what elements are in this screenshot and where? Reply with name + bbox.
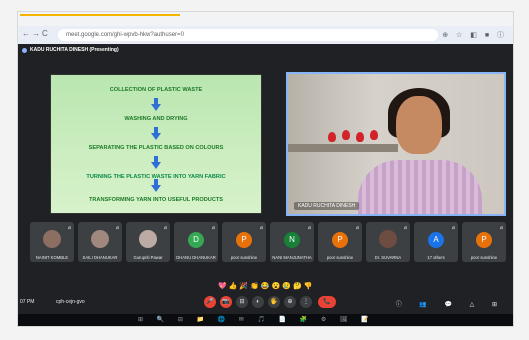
more-options-button[interactable]: ⋮ bbox=[300, 296, 312, 308]
avatar: P bbox=[236, 232, 252, 248]
flower-decoration bbox=[356, 132, 364, 142]
slide-step-3: SEPARATING THE PLASTIC BASED ON COLOURS bbox=[88, 145, 224, 151]
reload-icon[interactable]: C bbox=[42, 29, 48, 38]
slide-step-1: COLLECTION OF PLASTIC WASTE bbox=[109, 87, 203, 93]
mic-off-icon: ⌀ bbox=[211, 225, 215, 231]
back-icon[interactable]: ← bbox=[22, 29, 30, 38]
taskbar-icons[interactable]: ⊞ 🔍 ⊟ 📁 🌐 ✉ 🎵 📄 🧩 ⚙ 🖼 📝 bbox=[138, 316, 375, 323]
person-face bbox=[396, 96, 442, 154]
mic-off-icon: ⌀ bbox=[403, 225, 407, 231]
participant-strip: ⌀ NAINIT KOMBLE ⌀ SAILI DHANUKAR ⌀ Gurup… bbox=[30, 222, 506, 266]
down-arrow-icon bbox=[151, 98, 161, 111]
avatar bbox=[43, 230, 61, 248]
accent-line bbox=[20, 14, 180, 16]
browser-right-icons[interactable]: ⊕ ☆ ◧ ■ ⓘ bbox=[442, 30, 507, 40]
mic-off-icon: ⌀ bbox=[115, 225, 119, 231]
meeting-code: cph-cejn-gvo bbox=[56, 299, 85, 305]
side-panel-icons[interactable]: ⓘ 👥 💬 △ ⊞ bbox=[396, 299, 505, 308]
avatar: A bbox=[428, 232, 444, 248]
meet-header: KADU RUCHITA DINESH (Presenting) bbox=[18, 44, 513, 58]
present-button[interactable]: ◐ bbox=[252, 296, 264, 308]
mic-off-icon: ⌀ bbox=[451, 225, 455, 231]
participant-tile[interactable]: ⌀ P poor sunshine bbox=[318, 222, 362, 262]
mic-off-icon: ⌀ bbox=[163, 225, 167, 231]
activities-button[interactable]: ⊕ bbox=[284, 296, 296, 308]
mic-off-icon: ⌀ bbox=[259, 225, 263, 231]
participant-name: poor sunshine bbox=[326, 255, 354, 260]
participant-name: NANI MANJUNATHA bbox=[272, 255, 312, 260]
reaction-bar[interactable]: 💖👍🎉👏😂😮😢🤔👎 bbox=[218, 282, 314, 290]
participant-tile[interactable]: ⌀ Dr. SUVARNA bbox=[366, 222, 410, 262]
mic-off-icon: ⌀ bbox=[355, 225, 359, 231]
window-top-strip bbox=[18, 12, 513, 26]
participant-name: Dr. SUVARNA bbox=[374, 255, 402, 260]
participant-tile[interactable]: ⌀ D DHANU DHANUKAR bbox=[174, 222, 218, 262]
participant-tile[interactable]: ⌀ NAINIT KOMBLE bbox=[30, 222, 74, 262]
leave-call-button[interactable]: 📞 bbox=[318, 296, 336, 308]
mic-toggle-button[interactable]: 🎤 bbox=[204, 296, 216, 308]
participant-tile[interactable]: ⌀ SAILI DHANUKAR bbox=[78, 222, 122, 262]
meeting-time: 07 PM bbox=[20, 299, 35, 305]
avatar: P bbox=[476, 232, 492, 248]
screen-frame: ← → C meet.google.com/ghi-wpvb-hkw?authu… bbox=[18, 12, 513, 326]
participant-name: poor sunshine bbox=[470, 255, 498, 260]
browser-toolbar: ← → C meet.google.com/ghi-wpvb-hkw?authu… bbox=[18, 26, 513, 45]
mic-off-icon: ⌀ bbox=[499, 225, 503, 231]
participant-name: NAINIT KOMBLE bbox=[35, 255, 69, 260]
participant-tile[interactable]: ⌀ P poor sunshine bbox=[462, 222, 506, 262]
mic-off-icon: ⌀ bbox=[67, 225, 71, 231]
flower-decoration bbox=[342, 130, 350, 140]
presenting-indicator-icon bbox=[22, 48, 27, 53]
person-shirt bbox=[358, 160, 482, 214]
down-arrow-icon bbox=[151, 179, 161, 192]
mic-off-icon: ⌀ bbox=[307, 225, 311, 231]
raise-hand-button[interactable]: 🖐 bbox=[268, 296, 280, 308]
participant-tile[interactable]: ⌀ P poor sunshine bbox=[222, 222, 266, 262]
presenter-label: KADU RUCHITA DINESH (Presenting) bbox=[30, 47, 119, 53]
down-arrow-icon bbox=[151, 127, 161, 140]
flower-decoration bbox=[328, 132, 336, 142]
captions-button[interactable]: ⊟ bbox=[236, 296, 248, 308]
avatar bbox=[91, 230, 109, 248]
video-name-label: KADU RUCHITA DINESH bbox=[294, 202, 360, 210]
avatar bbox=[139, 230, 157, 248]
address-bar[interactable]: meet.google.com/ghi-wpvb-hkw?authuser=0 bbox=[58, 29, 438, 41]
participant-tile[interactable]: ⌀ A 17 others bbox=[414, 222, 458, 262]
avatar: D bbox=[188, 232, 204, 248]
participant-tile[interactable]: ⌀ N NANI MANJUNATHA bbox=[270, 222, 314, 262]
participant-name: SAILI DHANUKAR bbox=[82, 255, 118, 260]
participant-name: DHANU DHANUKAR bbox=[176, 255, 216, 260]
participant-tile[interactable]: ⌀ Gurupriti Pawar bbox=[126, 222, 170, 262]
avatar: N bbox=[284, 232, 300, 248]
slide-step-5: TRANSFORMING YARN INTO USEFUL PRODUCTS bbox=[88, 197, 224, 203]
participant-name: Gurupriti Pawar bbox=[133, 255, 163, 260]
meeting-controls-bar: 07 PM cph-cejn-gvo 🎤 📷 ⊟ ◐ 🖐 ⊕ ⋮ 📞 ⓘ 👥 💬… bbox=[18, 292, 513, 314]
down-arrow-icon bbox=[151, 156, 161, 169]
participant-name: poor sunshine bbox=[230, 255, 258, 260]
avatar bbox=[379, 230, 397, 248]
camera-toggle-button[interactable]: 📷 bbox=[220, 296, 232, 308]
slide-step-2: WASHING AND DRYING bbox=[124, 116, 188, 122]
video-shelf bbox=[288, 144, 398, 152]
forward-icon[interactable]: → bbox=[32, 29, 40, 38]
avatar: P bbox=[332, 232, 348, 248]
participant-name: 17 others bbox=[427, 255, 445, 260]
flower-decoration bbox=[370, 130, 378, 140]
os-taskbar: ⊞ 🔍 ⊟ 📁 🌐 ✉ 🎵 📄 🧩 ⚙ 🖼 📝 bbox=[18, 314, 513, 326]
presenter-video[interactable]: KADU RUCHITA DINESH bbox=[286, 72, 506, 216]
shared-slide: COLLECTION OF PLASTIC WASTE WASHING AND … bbox=[50, 74, 262, 214]
